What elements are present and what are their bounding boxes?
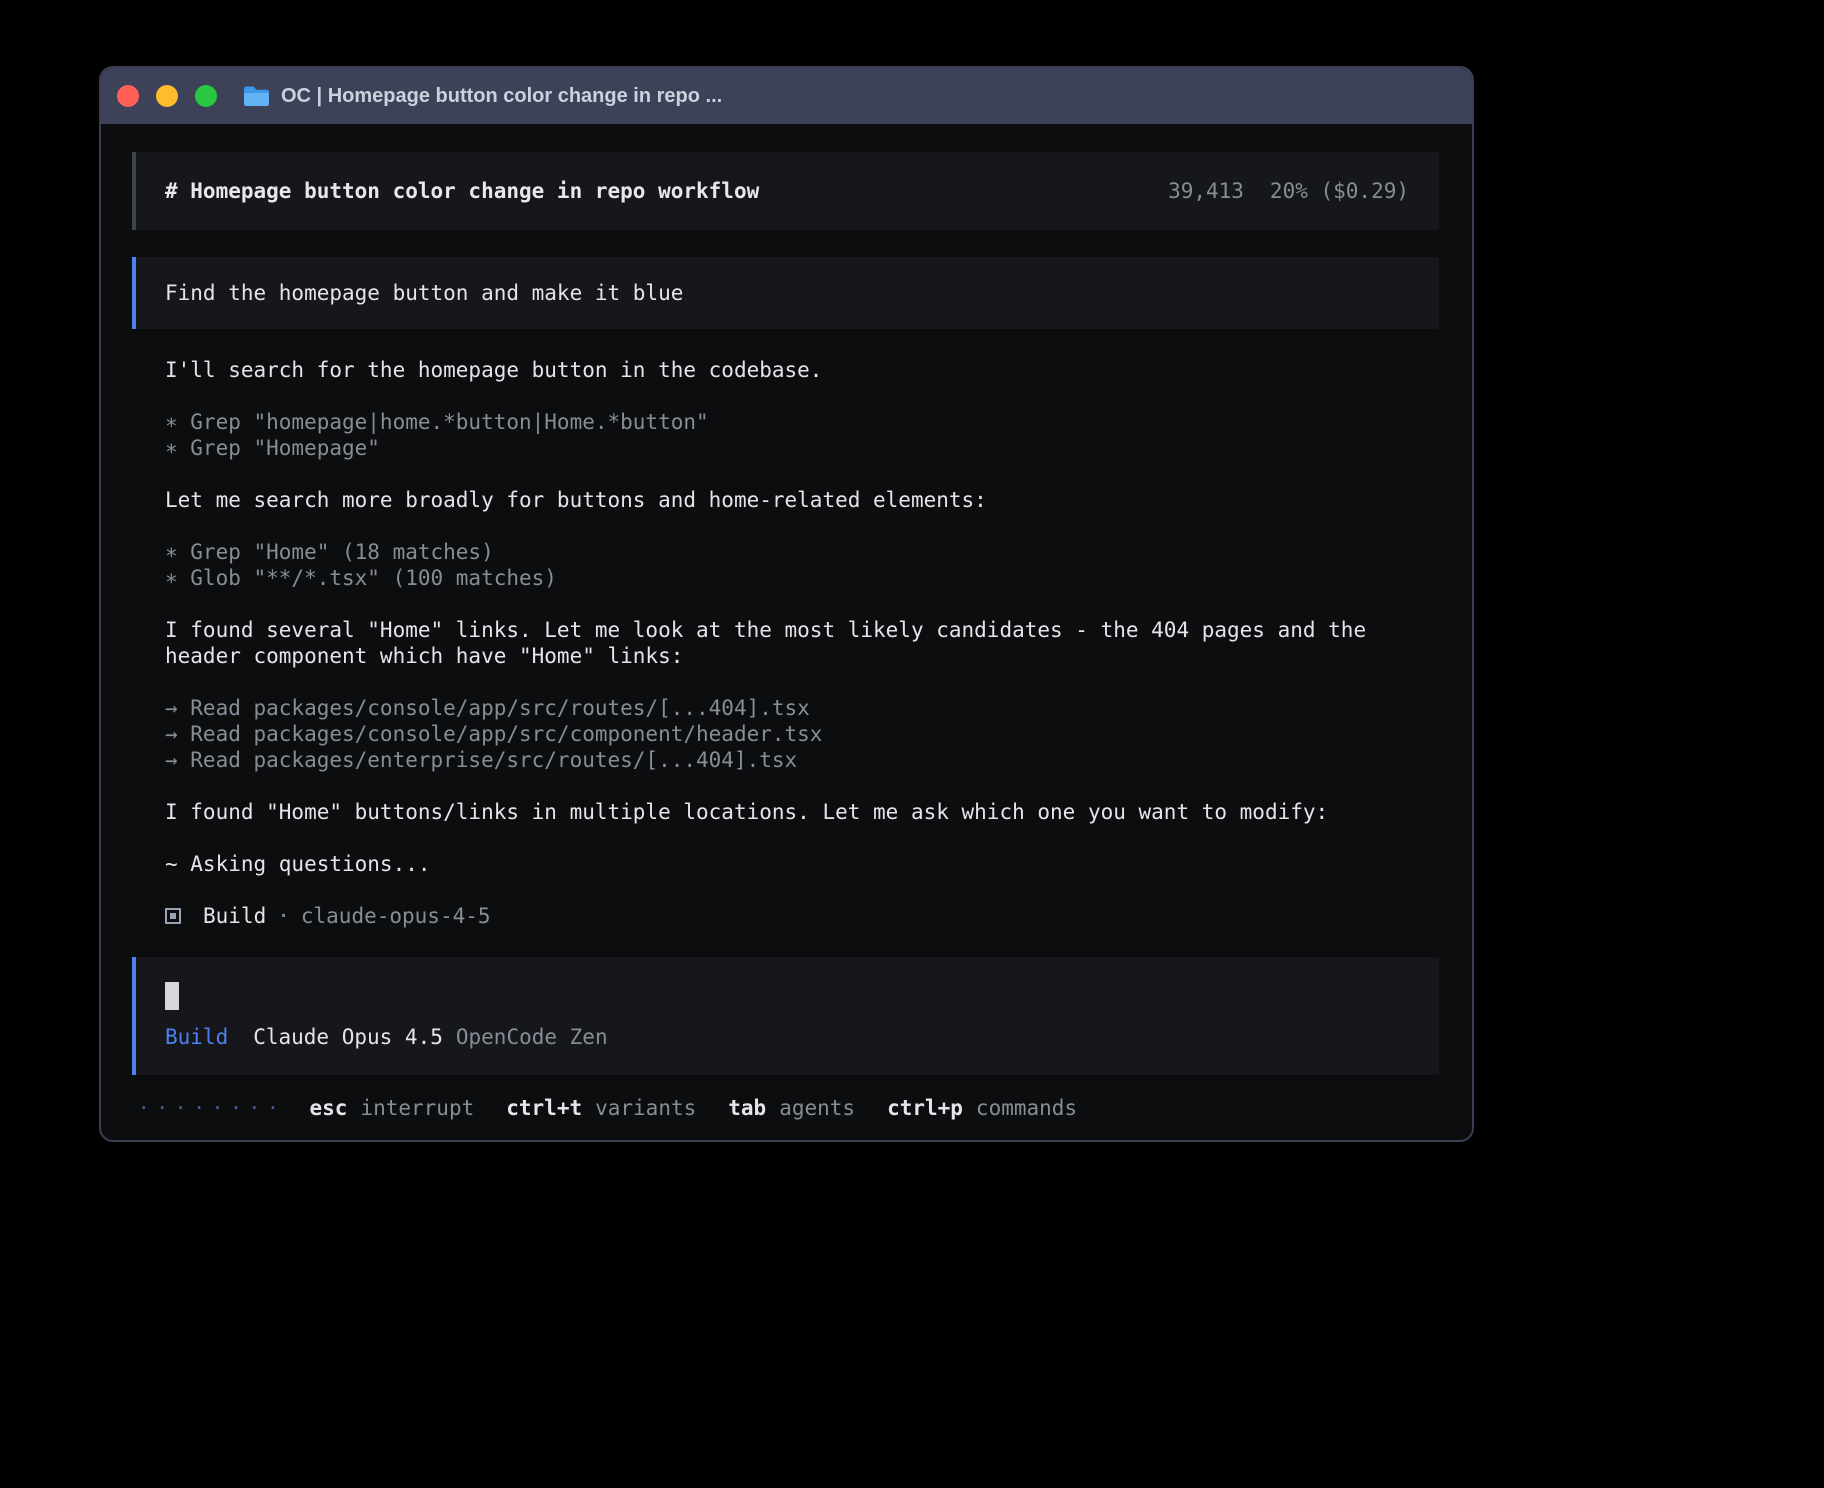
user-message-text: Find the homepage button and make it blu…	[165, 281, 683, 305]
tool-call-group: ∗ Grep "Home" (18 matches) ∗ Glob "**/*.…	[165, 539, 1410, 591]
user-message: Find the homepage button and make it blu…	[132, 257, 1439, 329]
agent-icon	[165, 908, 181, 924]
model-name: Claude Opus 4.5	[253, 1024, 443, 1050]
minimize-button[interactable]	[156, 85, 178, 107]
token-count: 39,413	[1168, 178, 1244, 204]
close-button[interactable]	[117, 85, 139, 107]
terminal-window: OC | Homepage button color change in rep…	[99, 66, 1474, 1142]
prompt-input[interactable]: Build Claude Opus 4.5 OpenCode Zen	[132, 957, 1439, 1075]
shortcut-key: tab	[728, 1095, 766, 1121]
shortcut-key: ctrl+t	[506, 1095, 582, 1121]
shortcut-agents: tab agents	[728, 1095, 855, 1121]
shortcut-commands: ctrl+p commands	[887, 1095, 1077, 1121]
shortcut-label: commands	[976, 1095, 1077, 1121]
model-provider: OpenCode Zen	[456, 1024, 608, 1050]
assistant-message: I found several "Home" links. Let me loo…	[165, 617, 1410, 669]
agent-mode: Build	[165, 1024, 228, 1050]
agent-model: claude-opus-4-5	[301, 903, 491, 929]
terminal-content: # Homepage button color change in repo w…	[101, 124, 1472, 1140]
shortcut-label: agents	[779, 1095, 855, 1121]
agent-icon-dot	[170, 913, 176, 919]
assistant-status-message: ~ Asking questions...	[165, 851, 1410, 877]
shortcut-variants: ctrl+t variants	[506, 1095, 696, 1121]
session-title: # Homepage button color change in repo w…	[165, 178, 759, 204]
assistant-message: I'll search for the homepage button in t…	[165, 357, 1410, 383]
status-bar: ········ esc interrupt ctrl+t variants t…	[132, 1095, 1439, 1121]
shortcut-key: esc	[310, 1095, 348, 1121]
window-title: OC | Homepage button color change in rep…	[281, 85, 722, 108]
folder-icon	[243, 85, 270, 107]
assistant-message: I found "Home" buttons/links in multiple…	[165, 799, 1410, 825]
titlebar-title-group: OC | Homepage button color change in rep…	[243, 85, 722, 108]
session-header: # Homepage button color change in repo w…	[132, 152, 1439, 230]
input-meta: Build Claude Opus 4.5 OpenCode Zen	[165, 1024, 1409, 1050]
session-stats: 39,413 20% ($0.29)	[1168, 178, 1409, 204]
transcript: I'll search for the homepage button in t…	[165, 357, 1439, 929]
window-titlebar[interactable]: OC | Homepage button color change in rep…	[101, 68, 1472, 124]
tool-call-group: ∗ Grep "homepage|home.*button|Home.*butt…	[165, 409, 1410, 461]
spinner-dots: ········	[138, 1095, 286, 1121]
assistant-message: Let me search more broadly for buttons a…	[165, 487, 1410, 513]
text-cursor	[165, 982, 179, 1010]
agent-name: Build	[203, 903, 266, 929]
agent-status-line: Build · claude-opus-4-5	[165, 903, 1439, 929]
shortcut-label: interrupt	[360, 1095, 474, 1121]
agent-separator: ·	[277, 903, 290, 929]
zoom-button[interactable]	[195, 85, 217, 107]
shortcut-key: ctrl+p	[887, 1095, 963, 1121]
traffic-lights	[117, 85, 217, 107]
tool-call-group: → Read packages/console/app/src/routes/[…	[165, 695, 1410, 773]
shortcut-interrupt: esc interrupt	[310, 1095, 475, 1121]
context-usage: 20% ($0.29)	[1270, 178, 1409, 204]
shortcut-label: variants	[595, 1095, 696, 1121]
